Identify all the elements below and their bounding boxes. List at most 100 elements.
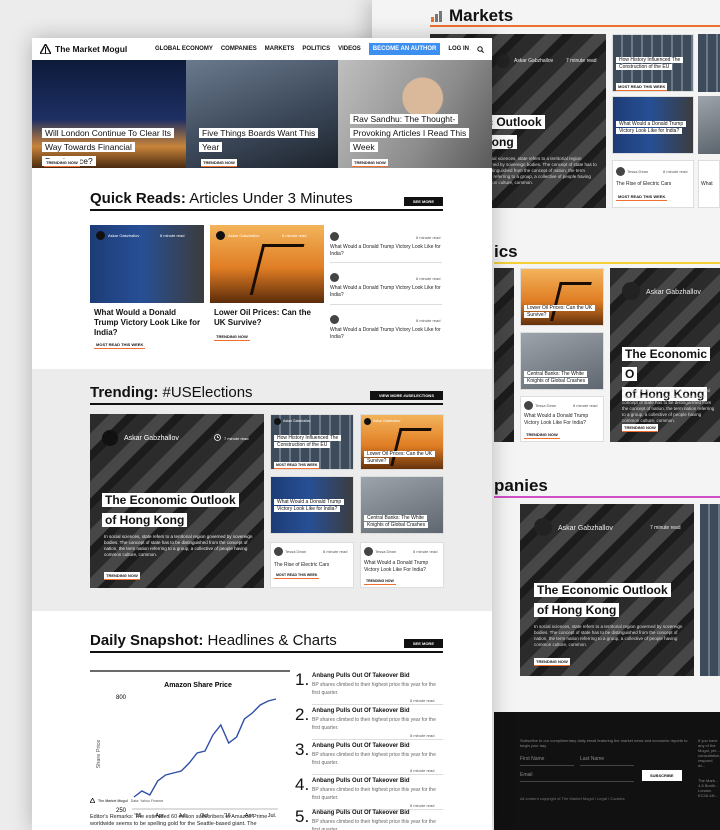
author-avatar (96, 231, 105, 240)
read-time: 8 minute read (410, 768, 435, 773)
trending-big-desc: In social sciences, state refers to a te… (104, 534, 253, 557)
nav-companies[interactable]: COMPANIES (221, 46, 257, 52)
trending-big-card[interactable]: Askar Gabzhallov 7 minute read The Econo… (90, 414, 264, 588)
view-more-uselections-button[interactable]: VIEW MORE #USELECTIONS (369, 391, 443, 400)
back-rise-card[interactable]: Tessa Dean 8 minute read The Rise of Ele… (612, 160, 694, 208)
card-title: The Rise of Electric Cars (616, 181, 672, 187)
author-avatar (216, 231, 225, 240)
quick-see-more-button[interactable]: SEE MORE (403, 197, 443, 206)
snapshot-see-more-button[interactable]: SEE MORE (403, 639, 443, 648)
read-time: 8 minute read (663, 169, 688, 174)
hero-card-boards[interactable]: Five Things Boards Want This Year TRENDI… (186, 60, 338, 168)
hero-title: Five Things Boards Want This Year (199, 126, 329, 154)
author-avatar (330, 315, 339, 324)
headline-desc: BP shares climbed to their highest price… (312, 717, 436, 731)
card-tag: TRENDING NOW (622, 424, 658, 432)
quick-list-item-title[interactable]: What Would a Donald Trump Victory Look L… (330, 327, 442, 340)
nav-markets[interactable]: MARKETS (265, 46, 295, 52)
trending-trump-list-card[interactable]: Tessa Dean 8 minute read What Would a Do… (360, 542, 444, 588)
hero-card-sandhu[interactable]: Rav Sandhu: The Thought-Provoking Articl… (338, 60, 492, 168)
card-title: What Would a Donald Trump Victory Look L… (616, 121, 687, 135)
politics-rule (494, 262, 720, 264)
author-avatar (622, 282, 640, 300)
clock-icon (214, 434, 221, 441)
card-desc: In social sciences, state refers to a te… (622, 388, 715, 423)
card-desc: In social sciences, state refers to a te… (480, 156, 597, 185)
front-page: The Market Mogul GLOBAL ECONOMY COMPANIE… (32, 38, 492, 830)
read-time: 8 minute read (323, 549, 348, 554)
site-logo[interactable]: The Market Mogul (40, 44, 127, 54)
card-title: How History Influenced The Construction … (616, 57, 688, 71)
search-icon[interactable] (477, 45, 484, 53)
author-name: Askar Gabzhallov (108, 233, 140, 238)
quick-card-oil-image[interactable]: Askar Gabzhallov 8 minute read (210, 225, 324, 303)
read-time: 8 minute read (573, 403, 598, 408)
headline-title[interactable]: Anbang Pulls Out Of Takeover Bid (312, 810, 410, 816)
trending-banks-card[interactable]: Central Banks: The White Knights of Glob… (360, 476, 444, 534)
headline-desc: BP shares climbed to their highest price… (312, 819, 436, 830)
headline-title[interactable]: Anbang Pulls Out Of Takeover Bid (312, 673, 410, 679)
trending-oil-card[interactable]: Askar Gabzhallov Lower Oil Prices: Can t… (360, 414, 444, 470)
back-companies-edge-card[interactable] (700, 504, 720, 676)
hero-card-london[interactable]: Will London Continue To Clear Its Way To… (32, 60, 186, 168)
back-oil-card[interactable]: Lower Oil Prices: Can the UK Survive? (520, 268, 604, 326)
back-trump-card[interactable]: What Would a Donald Trump Victory Look L… (612, 96, 694, 154)
back-crashes-card[interactable]: Central Banks: The White Knights of Glob… (520, 332, 604, 390)
author-name: Askar Gabzhallov (558, 525, 613, 532)
headline-title[interactable]: Anbang Pulls Out Of Takeover Bid (312, 708, 410, 714)
subscribe-button[interactable]: SUBSCRIBE (642, 770, 682, 781)
quick-card-trump-title[interactable]: What Would a Donald Trump Victory Look L… (94, 308, 202, 338)
trending-history-card[interactable]: Askar Gabzhallov How History Influenced … (270, 414, 354, 470)
quick-list-item-title[interactable]: What Would a Donald Trump Victory Look L… (330, 244, 442, 257)
headline-title[interactable]: Anbang Pulls Out Of Takeover Bid (312, 778, 410, 784)
back-politics-big-card[interactable]: Askar Gabzhallov The Economic Oof Hong K… (610, 268, 720, 442)
read-time: 8 minute read (160, 233, 185, 238)
companies-rule (494, 496, 720, 498)
read-time: 7 minute read (650, 525, 681, 531)
read-time: 7 minute read (566, 58, 597, 64)
nav-politics[interactable]: POLITICS (302, 46, 330, 52)
card-title: Central Banks: The White Knights of Glob… (524, 371, 598, 385)
back-companies-big-card[interactable]: Askar Gabzhallov 7 minute read The Econo… (520, 504, 694, 676)
login-link[interactable]: LOG IN (448, 46, 469, 52)
card-title: Lower Oil Prices: Can the UK Survive? (524, 305, 598, 319)
logo-icon (90, 798, 95, 803)
author-avatar (274, 547, 283, 556)
quick-card-trump-image[interactable]: Askar Gabzhallov 8 minute read (90, 225, 204, 303)
card-title: Central Banks: The White Knights of Glob… (364, 515, 434, 529)
author-avatar (524, 401, 533, 410)
trending-trump-card[interactable]: What Would a Donald Trump Victory Look L… (270, 476, 354, 534)
card-tag: MOST READ THIS WEEK (616, 194, 668, 201)
author-avatar (330, 273, 339, 282)
nav-videos[interactable]: VIDEOS (338, 46, 361, 52)
credit-source: Data: Yahoo Finance (130, 798, 164, 803)
author-name: Askar Gabzhallov (514, 58, 554, 64)
hero-tag: TRENDING NOW (201, 159, 237, 167)
copyright-text: All content copyright of The Market Mogu… (520, 796, 625, 801)
author-avatar (364, 547, 373, 556)
markets-section-heading: Markets (430, 6, 513, 26)
first-name-input[interactable]: First Name (520, 756, 574, 766)
read-time: 7 minute read (224, 436, 249, 441)
author-name: Tessa Dean (627, 169, 649, 174)
last-name-input[interactable]: Last Name (580, 756, 634, 766)
become-author-button[interactable]: BECOME AN AUTHOR (368, 43, 441, 55)
trending-electric-card[interactable]: Tessa Dean 8 minute read The Rise of Ele… (270, 542, 354, 588)
email-input[interactable]: Email (520, 772, 634, 782)
back-trump-card-2[interactable]: Tessa Dean 8 minute read What Would a Do… (520, 396, 604, 442)
headline-title[interactable]: Anbang Pulls Out Of Takeover Bid (312, 743, 410, 749)
quick-list-item-title[interactable]: What Would a Donald Trump Victory Look L… (330, 285, 442, 298)
back-edge-card-3[interactable]: What (698, 160, 720, 208)
back-politics-left-card[interactable] (494, 268, 514, 442)
read-time: 8 minute read (416, 318, 441, 323)
headline-number: 4. (295, 775, 310, 794)
card-tag: TRENDING NOW (534, 658, 570, 666)
back-right-edge-card-2[interactable] (698, 96, 720, 154)
nav-global-economy[interactable]: GLOBAL ECONOMY (155, 46, 213, 52)
chart-credit: The Market Mogul Data: Yahoo Finance (90, 798, 163, 803)
divider (330, 262, 442, 263)
quick-card-oil-title[interactable]: Lower Oil Prices: Can the UK Survive? (214, 308, 322, 328)
back-history-card[interactable]: How History Influenced The Construction … (612, 34, 694, 92)
back-right-edge-card[interactable] (698, 34, 720, 92)
author-name: Tessa Dean (285, 549, 307, 554)
